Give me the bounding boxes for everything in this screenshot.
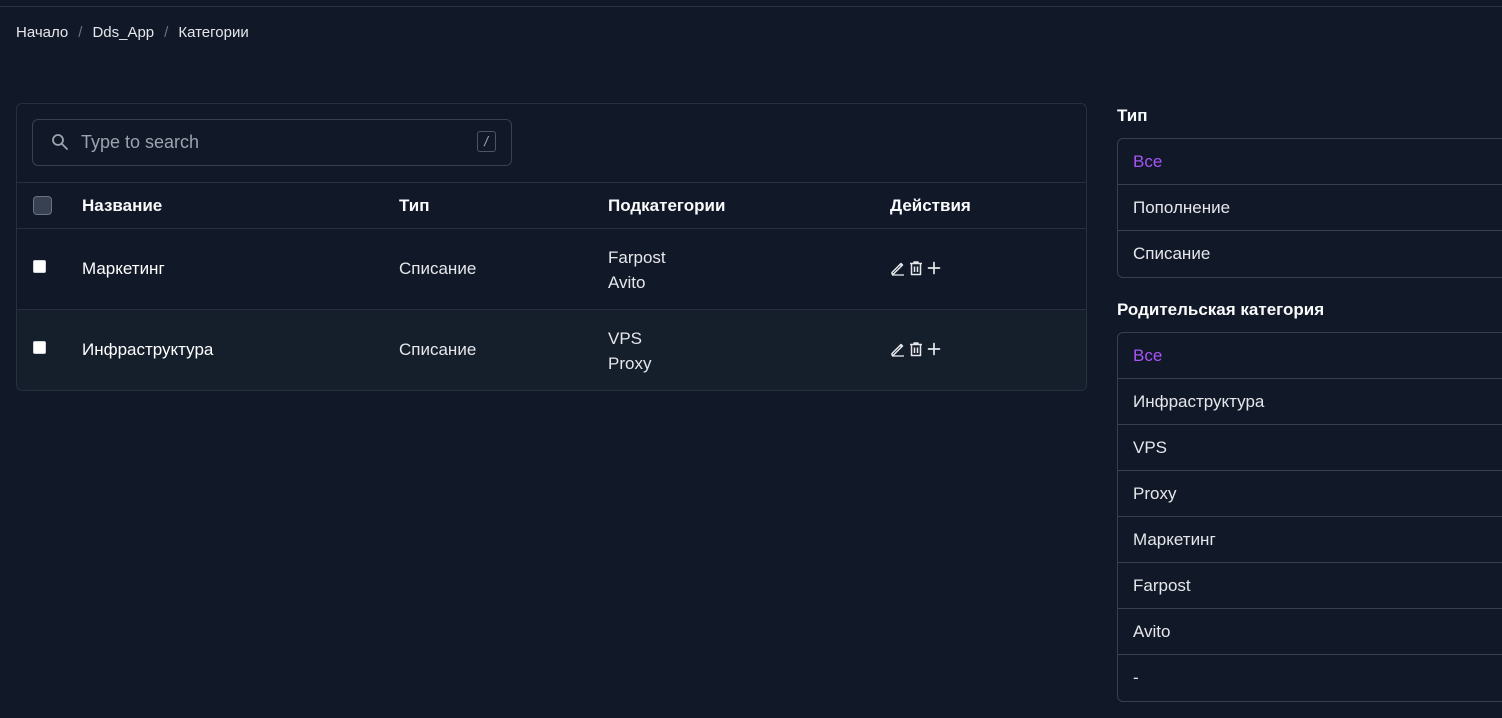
breadcrumb-current: Категории (178, 24, 249, 41)
table-header: Название Тип Подкатегории Действия (17, 183, 1086, 229)
filter-parent-option[interactable]: Инфраструктура (1118, 379, 1502, 425)
row-subcategories: Farpost Avito (608, 245, 666, 295)
row-name[interactable]: Маркетинг (82, 259, 165, 279)
plus-icon[interactable] (926, 259, 942, 277)
filter-parent-list: Все Инфраструктура VPS Proxy Маркетинг F… (1117, 332, 1502, 702)
column-header-actions: Действия (890, 196, 971, 215)
filter-type-list: Все Пополнение Списание (1117, 138, 1502, 278)
subcategory-item: Proxy (608, 354, 652, 373)
table-row: Инфраструктура Списание VPS Proxy (17, 310, 1086, 390)
search-shortcut-badge: / (477, 131, 496, 152)
filter-parent-option[interactable]: Маркетинг (1118, 517, 1502, 563)
breadcrumb-home[interactable]: Начало (16, 24, 68, 41)
search-box[interactable]: / (32, 119, 512, 166)
row-subcategories: VPS Proxy (608, 326, 651, 376)
breadcrumb: Начало / Dds_App / Категории (16, 24, 249, 41)
subcategory-item: VPS (608, 329, 643, 348)
filter-parent-option[interactable]: - (1118, 655, 1502, 701)
filter-type-option-all[interactable]: Все (1118, 139, 1502, 185)
column-header-subcategories: Подкатегории (608, 196, 726, 215)
top-bar-border (0, 0, 1502, 7)
filter-parent-option[interactable]: VPS (1118, 425, 1502, 471)
trash-icon[interactable] (908, 259, 924, 277)
row-actions (890, 259, 942, 277)
filter-type-option-writeoff[interactable]: Списание (1118, 231, 1502, 277)
search-icon (52, 134, 68, 150)
breadcrumb-app[interactable]: Dds_App (92, 24, 154, 41)
filter-type-title: Тип (1117, 106, 1148, 125)
subcategory-item: Farpost (608, 248, 666, 267)
filter-parent-option[interactable]: Все (1118, 333, 1502, 379)
table-row: Маркетинг Списание Farpost Avito (17, 229, 1086, 309)
edit-icon[interactable] (890, 259, 906, 277)
plus-icon[interactable] (926, 340, 942, 358)
column-header-name[interactable]: Название (82, 196, 162, 216)
filter-parent-option[interactable]: Avito (1118, 609, 1502, 655)
breadcrumb-separator: / (78, 24, 83, 41)
breadcrumb-separator: / (164, 24, 169, 41)
row-checkbox[interactable] (33, 260, 46, 273)
filter-parent-option[interactable]: Proxy (1118, 471, 1502, 517)
edit-icon[interactable] (890, 340, 906, 358)
row-type: Списание (399, 259, 477, 278)
row-checkbox[interactable] (33, 341, 46, 354)
column-header-type[interactable]: Тип (399, 196, 429, 216)
row-actions (890, 340, 942, 358)
select-all-checkbox[interactable] (33, 196, 52, 215)
categories-table-card: / Название Тип Подкатегории Действия Мар… (16, 103, 1087, 391)
filter-type-option-deposit[interactable]: Пополнение (1118, 185, 1502, 231)
filter-parent-title: Родительская категория (1117, 300, 1325, 319)
row-name[interactable]: Инфраструктура (82, 340, 213, 360)
search-input[interactable] (81, 120, 461, 165)
row-type: Списание (399, 340, 477, 359)
subcategory-item: Avito (608, 273, 646, 292)
trash-icon[interactable] (908, 340, 924, 358)
filter-parent-option[interactable]: Farpost (1118, 563, 1502, 609)
